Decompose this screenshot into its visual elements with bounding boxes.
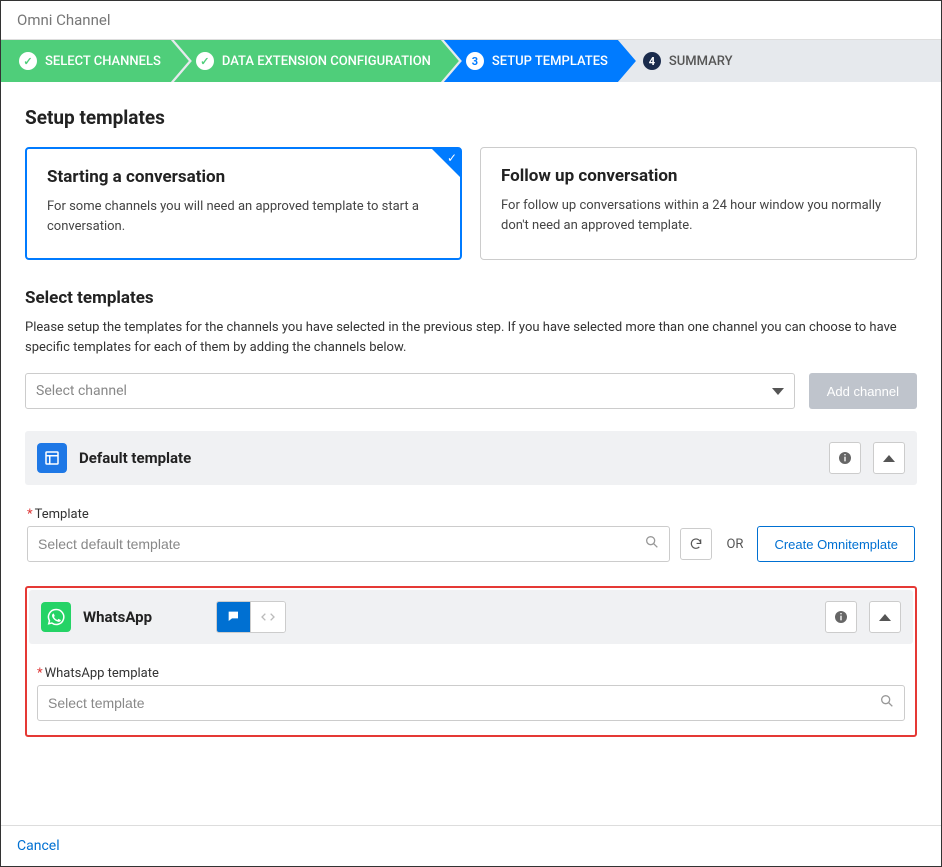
default-template-panel: Default template *Template [25,431,917,580]
field-label: *WhatsApp template [37,666,905,681]
panel-title: WhatsApp [83,608,152,626]
add-channel-button[interactable]: Add channel [809,373,917,409]
footer: Cancel [1,825,941,866]
card-title: Follow up conversation [501,166,896,186]
code-icon [260,609,276,625]
info-icon [837,450,853,466]
panel-body: *WhatsApp template [27,646,915,735]
mode-template-button[interactable] [217,602,251,632]
step-summary[interactable]: 4 SUMMARY [621,40,761,82]
select-templates-heading: Select templates [25,288,917,308]
info-icon [833,609,849,625]
info-button[interactable] [825,601,857,633]
refresh-icon [689,537,703,551]
collapse-button[interactable] [873,442,905,474]
create-omnitemplate-button[interactable]: Create Omnitemplate [757,526,915,562]
step-number-icon: 3 [466,52,484,70]
step-label: DATA EXTENSION CONFIGURATION [222,54,431,69]
card-followup-conversation[interactable]: Follow up conversation For follow up con… [480,147,917,260]
step-label: SETUP TEMPLATES [492,54,608,69]
default-template-input[interactable] [27,526,670,562]
step-label: SUMMARY [669,54,733,69]
chevron-up-icon [879,614,891,621]
collapse-button[interactable] [869,601,901,633]
whatsapp-template-input[interactable] [37,685,905,721]
chat-template-icon [226,609,242,625]
mode-code-button[interactable] [251,602,285,632]
add-channel-row: Select channel Add channel [25,373,917,409]
select-channel-dropdown[interactable]: Select channel [25,373,795,409]
field-label: *Template [27,507,915,522]
cancel-link[interactable]: Cancel [17,838,60,854]
window-title: Omni Channel [1,1,941,40]
or-text: OR [722,537,747,552]
template-icon [37,443,67,473]
step-setup-templates[interactable]: 3 SETUP TEMPLATES [444,40,636,82]
step-select-channels[interactable]: SELECT CHANNELS [1,40,189,82]
dropdown-placeholder: Select channel [36,383,127,399]
panel-header: Default template [25,431,917,485]
selected-check-icon [432,149,460,177]
panel-header: WhatsApp [29,590,913,644]
page-title: Setup templates [25,106,917,129]
select-templates-desc: Please setup the templates for the chann… [25,318,917,357]
refresh-button[interactable] [680,528,712,560]
template-mode-toggle[interactable] [216,601,286,633]
card-title: Starting a conversation [47,167,440,187]
content-area: Setup templates Starting a conversation … [1,82,941,825]
step-data-extension[interactable]: DATA EXTENSION CONFIGURATION [174,40,459,82]
step-label: SELECT CHANNELS [45,54,161,69]
conversation-type-cards: Starting a conversation For some channel… [25,147,917,260]
chevron-up-icon [883,455,895,462]
info-button[interactable] [829,442,861,474]
card-desc: For follow up conversations within a 24 … [501,196,896,235]
chevron-down-icon [772,388,784,395]
panel-title: Default template [79,449,191,467]
card-desc: For some channels you will need an appro… [47,197,440,236]
whatsapp-icon [41,602,71,632]
check-icon [196,52,214,70]
check-icon [19,52,37,70]
step-number-icon: 4 [643,52,661,70]
whatsapp-template-lookup[interactable] [37,685,905,721]
card-starting-conversation[interactable]: Starting a conversation For some channel… [25,147,462,260]
panel-body: *Template OR Create Omnitemplate [25,485,917,580]
default-template-lookup[interactable] [27,526,670,562]
stepper: SELECT CHANNELS DATA EXTENSION CONFIGURA… [1,40,941,82]
whatsapp-highlight: WhatsApp *WhatsApp template [25,586,917,737]
